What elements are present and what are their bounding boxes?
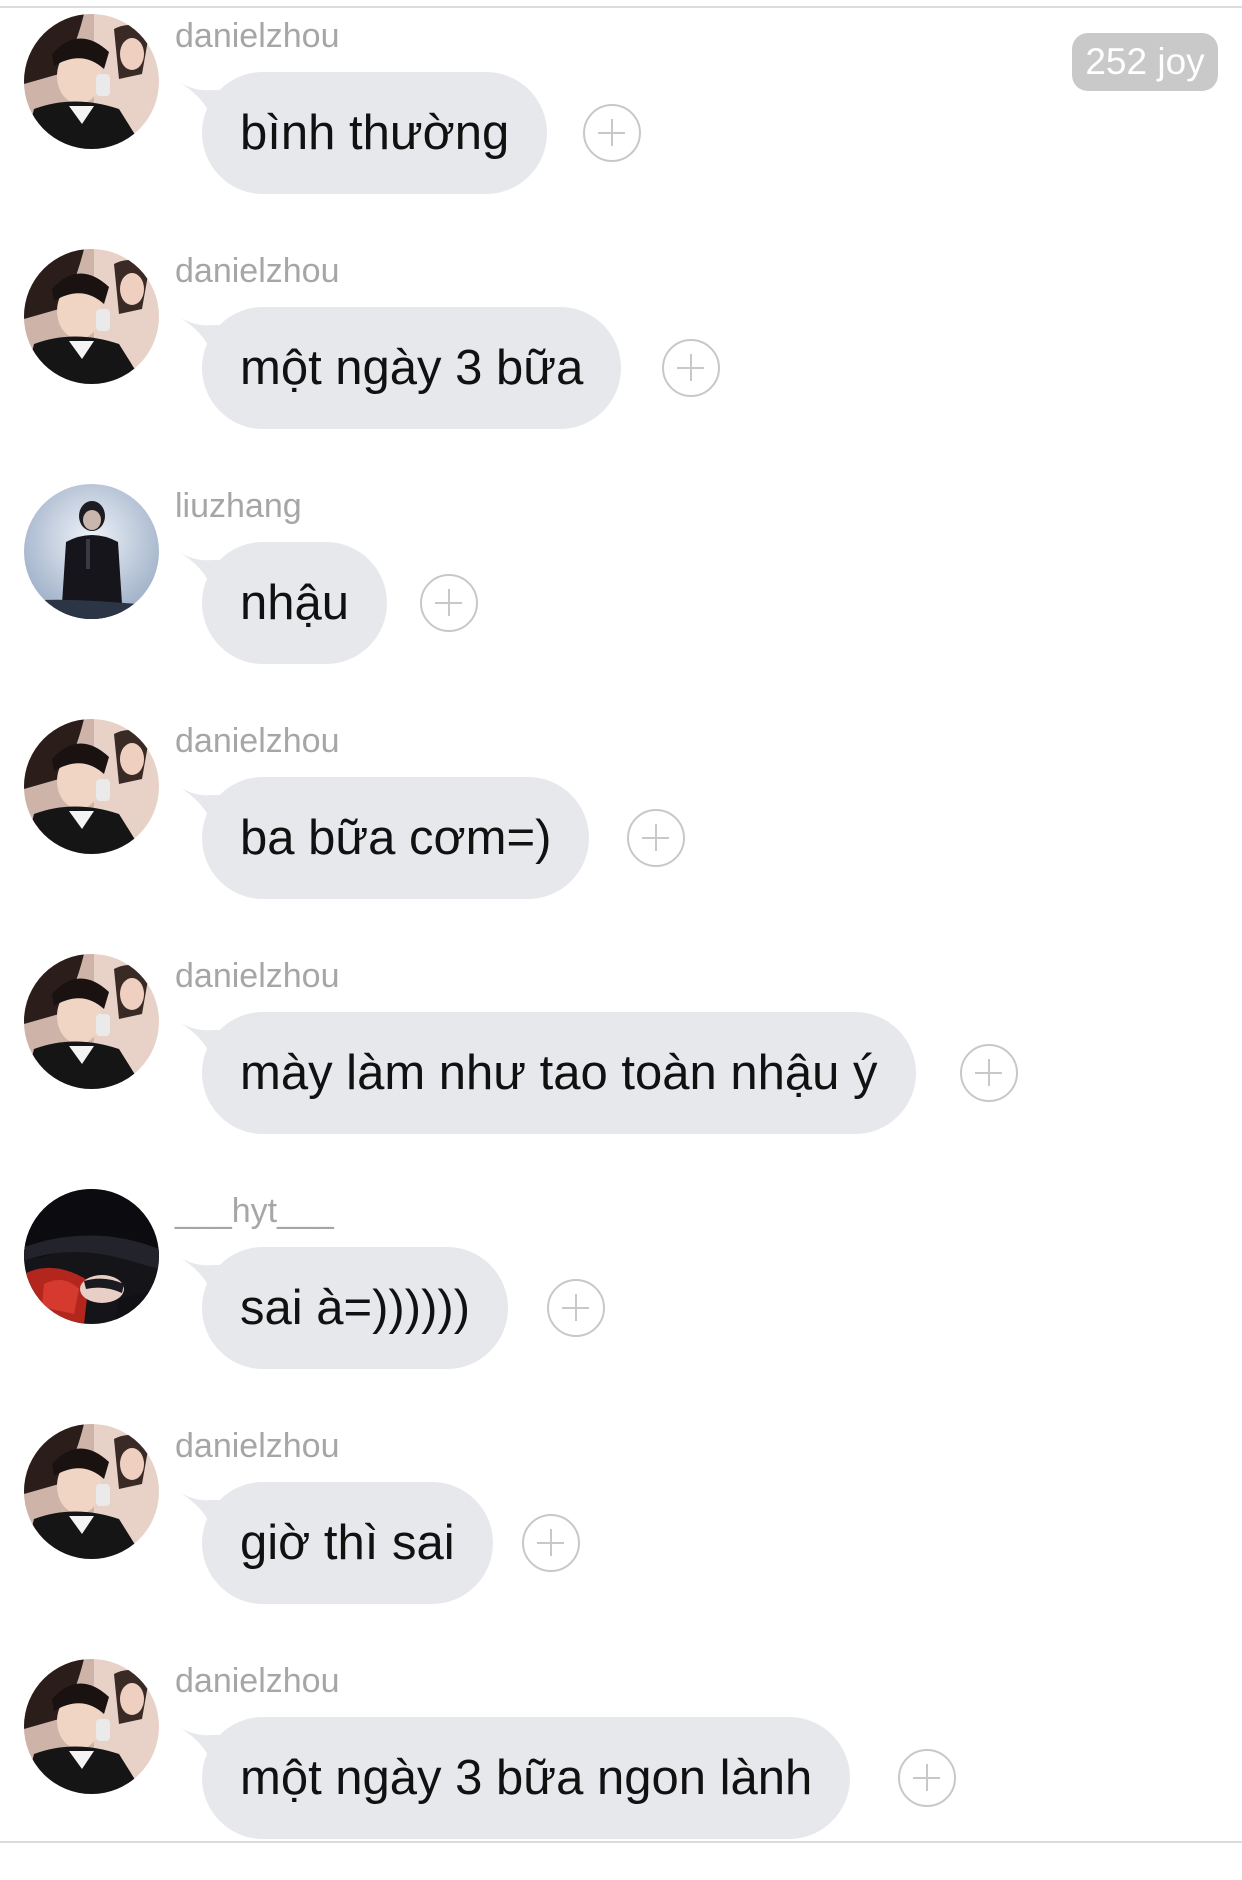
bottom-divider: [0, 1841, 1242, 1843]
username: danielzhou: [175, 252, 340, 290]
avatar-danielzhou[interactable]: [24, 249, 159, 384]
avatar-danielzhou[interactable]: [24, 719, 159, 854]
message-bubble[interactable]: sai à=)))))): [202, 1247, 509, 1369]
avatar-danielzhou[interactable]: [24, 954, 159, 1089]
message-row: ___hyt___ sai à=)))))): [0, 1175, 1242, 1410]
add-reaction-button[interactable]: [960, 1044, 1018, 1102]
message-row: liuzhang nhậu: [0, 470, 1242, 705]
username: danielzhou: [175, 957, 340, 995]
add-reaction-button[interactable]: [522, 1514, 580, 1572]
username: danielzhou: [175, 1427, 340, 1465]
username: danielzhou: [175, 17, 340, 55]
add-reaction-button[interactable]: [420, 574, 478, 632]
add-reaction-button[interactable]: [547, 1279, 605, 1337]
message-bubble[interactable]: giờ thì sai: [202, 1482, 493, 1604]
message-bubble[interactable]: mày làm như tao toàn nhậu ý: [202, 1012, 916, 1134]
message-row: danielzhou giờ thì sai: [0, 1410, 1242, 1645]
username: liuzhang: [175, 487, 302, 525]
avatar-danielzhou[interactable]: [24, 14, 159, 149]
username: danielzhou: [175, 722, 340, 760]
avatar-danielzhou[interactable]: [24, 1424, 159, 1559]
add-reaction-button[interactable]: [627, 809, 685, 867]
message-row: danielzhou ba bữa cơm=): [0, 705, 1242, 940]
message-bubble[interactable]: ba bữa cơm=): [202, 777, 590, 899]
message-row: danielzhou bình thường: [0, 0, 1242, 235]
add-reaction-button[interactable]: [898, 1749, 956, 1807]
message-row: danielzhou một ngày 3 bữa: [0, 235, 1242, 470]
add-reaction-button[interactable]: [583, 104, 641, 162]
avatar-hyt[interactable]: [24, 1189, 159, 1324]
add-reaction-button[interactable]: [662, 339, 720, 397]
avatar-liuzhang[interactable]: [24, 484, 159, 619]
message-bubble[interactable]: một ngày 3 bữa: [202, 307, 622, 429]
message-bubble[interactable]: bình thường: [202, 72, 548, 194]
username: danielzhou: [175, 1662, 340, 1700]
message-bubble[interactable]: nhậu: [202, 542, 388, 664]
message-bubble[interactable]: một ngày 3 bữa ngon lành: [202, 1717, 851, 1839]
username: ___hyt___: [175, 1192, 334, 1230]
avatar-danielzhou[interactable]: [24, 1659, 159, 1794]
message-row: danielzhou mày làm như tao toàn nhậu ý: [0, 940, 1242, 1175]
